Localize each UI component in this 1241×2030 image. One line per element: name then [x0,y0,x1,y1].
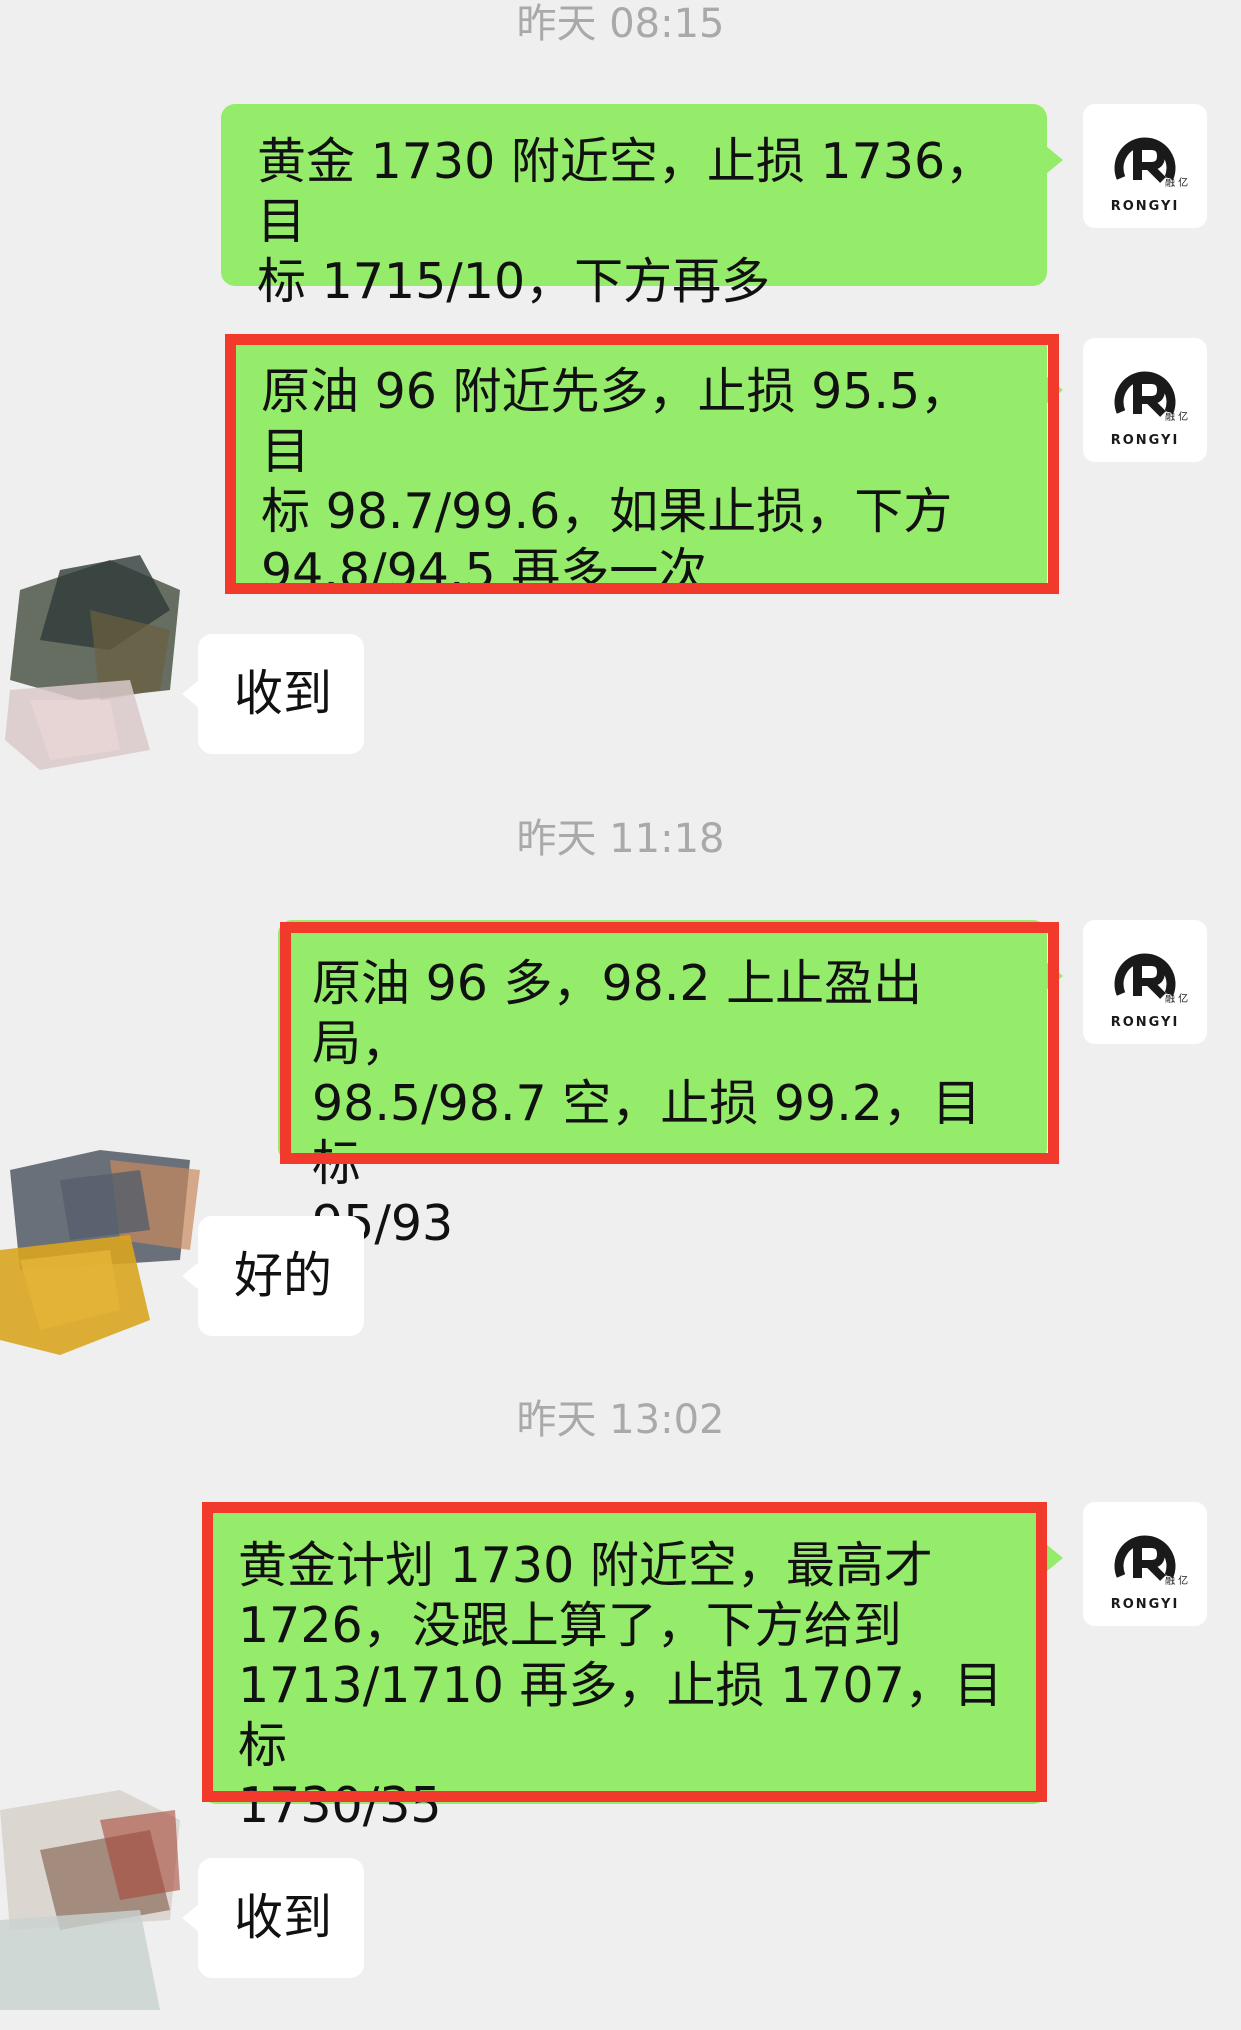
rongyi-logo-icon: 融 亿 RONGYI [1111,137,1188,214]
peer-avatar[interactable] [0,550,200,770]
message-bubble-sent[interactable]: 黄金 1730 附近空，止损 1736，目 标 1715/10，下方再多 [221,104,1063,310]
message-line: 黄金计划 1730 附近空，最高才 [238,1537,933,1594]
svg-text:RONGYI: RONGYI [1111,1015,1180,1030]
svg-text:RONGYI: RONGYI [1111,433,1180,448]
svg-text:融 亿: 融 亿 [1165,176,1188,189]
abstract-painting-avatar-icon [0,1150,200,1355]
message-bubble-sent[interactable]: 原油 96 附近先多，止损 95.5，目 标 98.7/99.6，如果止损，下方… [225,334,1063,600]
rongyi-logo-icon: 融 亿 RONGYI [1111,953,1188,1030]
message-text: 收到 [234,665,333,722]
svg-text:融 亿: 融 亿 [1165,1574,1188,1587]
svg-text:RONGYI: RONGYI [1111,1597,1180,1612]
message-line: 黄金 1730 附近空，止损 1736，目 [257,133,995,250]
self-avatar[interactable]: 融 亿 RONGYI [1083,1502,1207,1626]
message-line: 原油 96 附近先多，止损 95.5，目 [261,363,970,480]
self-avatar[interactable]: 融 亿 RONGYI [1083,920,1207,1044]
message-line: 1726，没跟上算了，下方给到 [238,1597,902,1654]
message-bubble-received[interactable]: 收到 [182,1858,364,1978]
message-bubble-sent[interactable]: 黄金计划 1730 附近空，最高才 1726，没跟上算了，下方给到 1713/1… [202,1502,1063,1834]
message-bubble-received[interactable]: 收到 [182,634,364,754]
timestamp: 昨天 11:18 [516,816,725,862]
message-line: 1713/1710 再多，止损 1707，目标 [238,1657,1003,1774]
peer-avatar[interactable] [0,1790,200,2010]
abstract-painting-avatar-icon [0,1790,180,2010]
peer-avatar[interactable] [0,1140,200,1360]
self-avatar[interactable]: 融 亿 RONGYI [1083,338,1207,462]
abstract-painting-avatar-icon [5,555,180,770]
message-bubble-sent[interactable]: 原油 96 多，98.2 上止盈出局， 98.5/98.7 空，止损 99.2，… [278,920,1063,1252]
svg-text:RONGYI: RONGYI [1111,199,1180,214]
message-line: 标 98.7/99.6，如果止损，下方 [261,483,953,540]
svg-text:融 亿: 融 亿 [1165,992,1188,1005]
rongyi-logo-icon: 融 亿 RONGYI [1111,1535,1188,1612]
message-line: 1730/35 [238,1777,442,1834]
rongyi-logo-icon: 融 亿 RONGYI [1111,371,1188,448]
svg-text:融 亿: 融 亿 [1165,410,1188,423]
self-avatar[interactable]: 融 亿 RONGYI [1083,104,1207,228]
message-text: 好的 [234,1247,333,1304]
message-line: 94.8/94.5 再多一次 [261,543,708,600]
message-text: 收到 [234,1889,333,1946]
message-line: 98.5/98.7 空，止损 99.2，目标 [312,1075,981,1192]
timestamp: 昨天 08:15 [516,1,725,47]
message-line: 95/93 [312,1195,454,1252]
timestamp: 昨天 13:02 [516,1397,725,1443]
message-line: 标 1715/10，下方再多 [257,253,771,310]
message-line: 原油 96 多，98.2 上止盈出局， [312,955,923,1072]
message-bubble-received[interactable]: 好的 [182,1216,364,1336]
